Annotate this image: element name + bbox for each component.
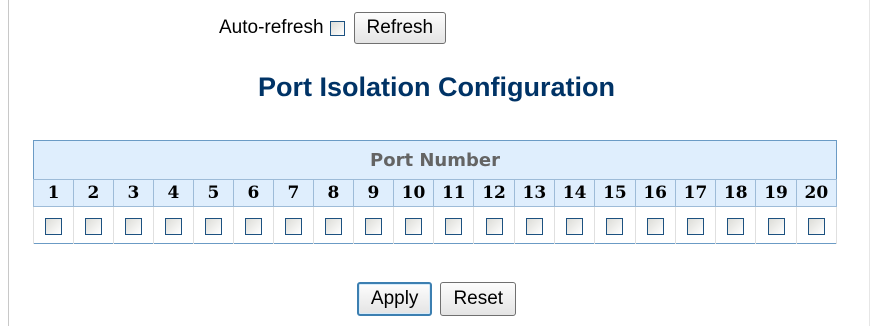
port-5-checkbox[interactable] — [204, 217, 222, 235]
port-header-11: 11 — [433, 179, 475, 207]
page-title: Port Isolation Configuration — [258, 72, 615, 102]
port-19-checkbox[interactable] — [767, 217, 785, 235]
port-header-17: 17 — [674, 179, 717, 207]
port-12-checkbox[interactable] — [485, 217, 503, 235]
port-header-13: 13 — [513, 179, 555, 207]
port-11-checkbox[interactable] — [445, 217, 463, 235]
port-cell-10 — [392, 206, 435, 244]
port-cell-7 — [272, 206, 314, 244]
port-4-checkbox[interactable] — [164, 217, 182, 235]
port-header-19: 19 — [755, 179, 797, 207]
port-checkbox-row — [33, 206, 838, 244]
auto-refresh-checkbox[interactable] — [329, 20, 345, 36]
port-header-3: 3 — [112, 179, 154, 207]
refresh-button[interactable]: Refresh — [353, 12, 447, 44]
port-cell-4 — [152, 206, 194, 244]
port-cell-5 — [192, 206, 234, 244]
port-cell-9 — [352, 206, 394, 244]
port-13-checkbox[interactable] — [525, 217, 543, 235]
apply-button[interactable]: Apply — [356, 282, 433, 316]
port-14-checkbox[interactable] — [566, 217, 584, 235]
port-header-15: 15 — [594, 179, 636, 207]
port-8-checkbox[interactable] — [324, 217, 342, 235]
group-header-row: Port Number — [33, 140, 837, 180]
port-header-7: 7 — [272, 179, 314, 207]
port-17-checkbox[interactable] — [686, 217, 704, 235]
port-15-checkbox[interactable] — [606, 217, 624, 235]
port-cell-15 — [594, 206, 636, 244]
port-cell-19 — [755, 206, 797, 244]
port-header-8: 8 — [312, 179, 354, 207]
port-16-checkbox[interactable] — [646, 217, 664, 235]
port-20-checkbox[interactable] — [807, 217, 825, 235]
refresh-toolbar: Auto-refresh Refresh — [219, 10, 447, 46]
port-isolation-table: Port Number 1 2 3 4 5 6 7 8 9 10 11 12 13 14 15 16 17 18 1… — [33, 140, 838, 244]
port-1-checkbox[interactable] — [44, 217, 62, 235]
port-cell-3 — [112, 206, 154, 244]
port-cell-18 — [715, 206, 757, 244]
port-header-6: 6 — [232, 179, 274, 207]
port-header-1: 1 — [33, 179, 74, 207]
port-cell-16 — [634, 206, 676, 244]
port-cell-6 — [232, 206, 274, 244]
port-header-12: 12 — [473, 179, 515, 207]
port-7-checkbox[interactable] — [284, 217, 302, 235]
port-10-checkbox[interactable] — [405, 217, 422, 235]
port-cell-8 — [312, 206, 354, 244]
port-cell-2 — [72, 206, 114, 244]
port-header-9: 9 — [352, 179, 394, 207]
port-header-2: 2 — [72, 179, 114, 207]
port-header-18: 18 — [715, 179, 757, 207]
port-cell-11 — [433, 206, 475, 244]
port-6-checkbox[interactable] — [244, 217, 262, 235]
port-cell-20 — [795, 206, 838, 244]
port-header-14: 14 — [553, 179, 596, 207]
form-actions: Apply Reset — [0, 282, 873, 316]
port-cell-17 — [674, 206, 717, 244]
port-cell-14 — [553, 206, 596, 244]
port-18-checkbox[interactable] — [727, 217, 745, 235]
frame-left-border — [8, 0, 9, 326]
port-cell-13 — [513, 206, 555, 244]
port-3-checkbox[interactable] — [124, 217, 142, 235]
port-header-20: 20 — [795, 179, 838, 207]
reset-button[interactable]: Reset — [440, 282, 517, 316]
port-header-10: 10 — [392, 179, 435, 207]
port-header-row: 1 2 3 4 5 6 7 8 9 10 11 12 13 14 15 16 17 18 19 20 — [33, 179, 838, 207]
port-cell-12 — [473, 206, 515, 244]
port-cell-1 — [33, 206, 74, 244]
frame-right-border — [869, 0, 870, 326]
port-number-header: Port Number — [33, 140, 837, 180]
port-2-checkbox[interactable] — [84, 217, 102, 235]
port-header-5: 5 — [192, 179, 234, 207]
auto-refresh-label: Auto-refresh — [219, 17, 324, 38]
port-9-checkbox[interactable] — [364, 217, 382, 235]
port-header-16: 16 — [634, 179, 676, 207]
port-header-4: 4 — [152, 179, 194, 207]
